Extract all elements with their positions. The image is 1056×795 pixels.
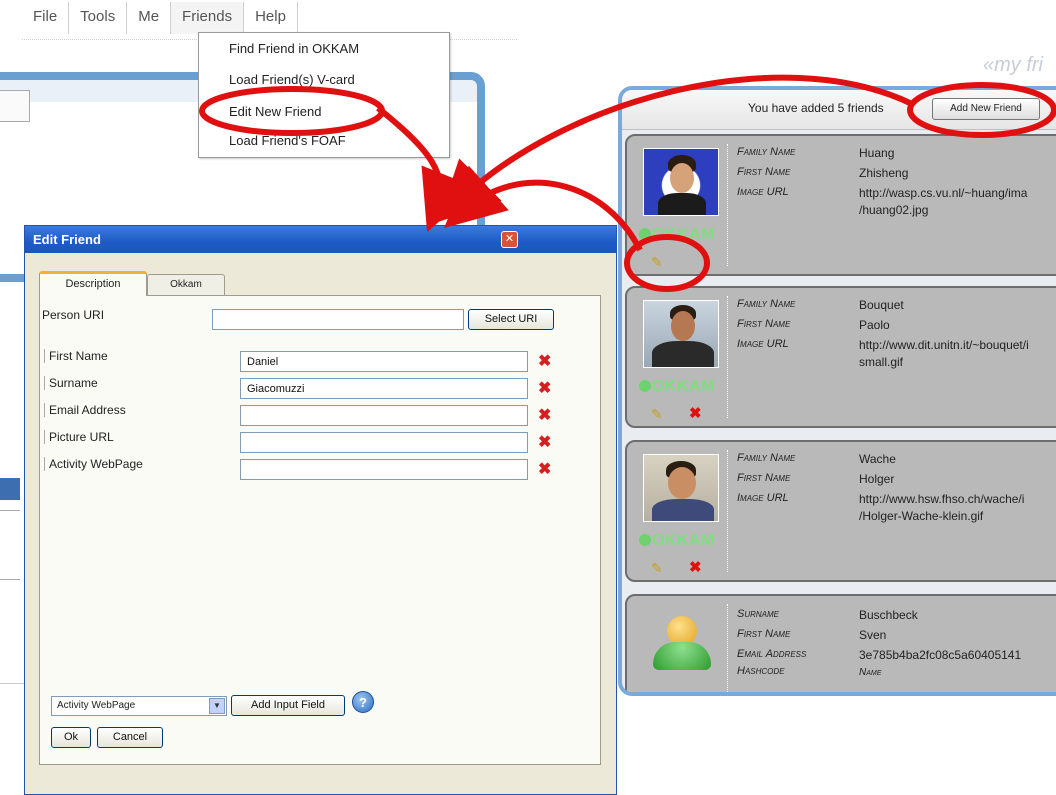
chevron-down-icon[interactable]: ▼ xyxy=(209,698,225,714)
okkam-logo: OKKAM xyxy=(639,378,715,396)
field-label: Image URL xyxy=(737,492,789,504)
remove-field-icon[interactable]: ✖ xyxy=(538,351,551,371)
friend-photo xyxy=(643,454,719,522)
edit-friend-dialog: Edit Friend ✕ Description Okkam Person U… xyxy=(24,225,617,795)
field-label: Email Address xyxy=(737,648,807,660)
delete-icon[interactable]: ✖ xyxy=(689,404,702,422)
dialog-title-bar[interactable]: Edit Friend ✕ xyxy=(25,226,616,253)
field-label: Family Name xyxy=(737,146,796,158)
select-uri-button[interactable]: Select URI xyxy=(468,309,554,330)
field-label: Family Name xyxy=(737,452,796,464)
my-friends-title: «my fri xyxy=(983,54,1043,76)
activity-webpage-input[interactable] xyxy=(240,459,528,480)
field-value-continued: /huang02.jpg xyxy=(859,203,929,217)
first-name-label: First Name xyxy=(44,349,108,363)
delete-icon[interactable]: ✖ xyxy=(689,558,702,576)
email-address-label: Email Address xyxy=(44,403,126,417)
remove-field-icon[interactable]: ✖ xyxy=(538,378,551,398)
field-value: Holger xyxy=(859,472,895,486)
field-value: Huang xyxy=(859,146,895,160)
menu-tools[interactable]: Tools xyxy=(69,2,128,34)
field-value: Bouquet xyxy=(859,298,904,312)
field-label: Image URL xyxy=(737,338,789,350)
friend-photo xyxy=(643,300,719,368)
first-name-input[interactable] xyxy=(240,351,528,372)
okkam-logo: OKKAM xyxy=(639,532,715,550)
tab-okkam[interactable]: Okkam xyxy=(147,274,225,296)
add-new-friend-button[interactable]: Add New Friend xyxy=(932,98,1040,120)
add-input-field-button[interactable]: Add Input Field xyxy=(231,695,345,716)
field-type-select[interactable]: Activity WebPage ▼ xyxy=(51,696,227,716)
remove-field-icon[interactable]: ✖ xyxy=(538,459,551,479)
edit-pencil-icon[interactable]: ✎ xyxy=(651,406,663,423)
field-value: http://www.dit.unitn.it/~bouquet/i xyxy=(859,338,1029,352)
field-label: First Name xyxy=(737,166,791,178)
dialog-title: Edit Friend xyxy=(33,232,101,247)
friend-photo xyxy=(643,148,719,216)
friends-header: You have added 5 friends Add New Friend xyxy=(622,90,1056,130)
remove-field-icon[interactable]: ✖ xyxy=(538,405,551,425)
field-type-value: Activity WebPage xyxy=(57,700,136,711)
cancel-button[interactable]: Cancel xyxy=(97,727,163,748)
person-uri-input[interactable] xyxy=(212,309,464,330)
friend-card: Surname Buschbeck First Name Sven Email … xyxy=(625,594,1056,692)
field-value: Buschbeck xyxy=(859,608,918,622)
okkam-logo: OKKAM xyxy=(639,226,715,244)
background-tab[interactable] xyxy=(0,90,30,122)
friends-count-text: You have added 5 friends xyxy=(748,101,884,115)
ok-button[interactable]: Ok xyxy=(51,727,91,748)
field-value: Name xyxy=(859,667,882,678)
menu-edit-new-friend[interactable]: Edit New Friend xyxy=(229,104,321,119)
field-value: Sven xyxy=(859,628,887,642)
menu-load-foaf[interactable]: Load Friend's FOAF xyxy=(229,133,346,148)
menu-friends[interactable]: Friends xyxy=(171,2,245,34)
surname-label: Surname xyxy=(44,376,98,390)
menu-me[interactable]: Me xyxy=(127,2,172,34)
field-label: First Name xyxy=(737,628,791,640)
edit-pencil-icon[interactable]: ✎ xyxy=(651,254,663,271)
friend-card: OKKAM ✎ ✖ Family Name Wache First Name H… xyxy=(625,440,1056,582)
background-row[interactable] xyxy=(0,510,20,580)
picture-url-input[interactable] xyxy=(240,432,528,453)
edit-pencil-icon[interactable]: ✎ xyxy=(651,560,663,577)
menu-find-friend-okkam[interactable]: Find Friend in OKKAM xyxy=(229,41,359,56)
field-value: Zhisheng xyxy=(859,166,909,180)
menu-bar: File Tools Me Friends Help xyxy=(22,2,298,34)
field-value: http://wasp.cs.vu.nl/~huang/ima xyxy=(859,186,1028,200)
field-label: First Name xyxy=(737,318,791,330)
field-value-continued: small.gif xyxy=(859,355,904,369)
email-address-input[interactable] xyxy=(240,405,528,426)
field-label: Hashcode xyxy=(737,665,785,677)
friend-card: OKKAM ✎ ✖ Family Name Bouquet First Name… xyxy=(625,286,1056,428)
surname-input[interactable] xyxy=(240,378,528,399)
default-avatar-icon xyxy=(643,608,719,676)
help-icon[interactable]: ? xyxy=(352,691,374,713)
field-value: http://www.hsw.fhso.ch/wache/i xyxy=(859,492,1025,506)
close-icon[interactable]: ✕ xyxy=(501,231,518,248)
remove-field-icon[interactable]: ✖ xyxy=(538,432,551,452)
picture-url-label: Picture URL xyxy=(44,430,114,444)
field-value: 3e785b4ba2fc08c5a60405141 xyxy=(859,648,1022,662)
menu-help[interactable]: Help xyxy=(244,2,298,34)
field-label: Family Name xyxy=(737,298,796,310)
menu-load-vcard[interactable]: Load Friend(s) V-card xyxy=(229,72,355,87)
field-label: Surname xyxy=(737,608,780,620)
field-label: First Name xyxy=(737,472,791,484)
field-label: Image URL xyxy=(737,186,789,198)
tab-description[interactable]: Description xyxy=(39,271,147,296)
field-value: Wache xyxy=(859,452,896,466)
menu-file[interactable]: File xyxy=(22,2,70,34)
friend-card: OKKAM ✎ Family Name Huang First Name Zhi… xyxy=(625,134,1056,276)
person-uri-label: Person URI xyxy=(42,308,105,322)
background-selected-row[interactable] xyxy=(0,478,20,500)
field-value-continued: /Holger-Wache-klein.gif xyxy=(859,509,984,523)
activity-webpage-label: Activity WebPage xyxy=(44,457,143,471)
field-value: Paolo xyxy=(859,318,890,332)
friends-dropdown-menu: Find Friend in OKKAM Load Friend(s) V-ca… xyxy=(198,32,450,158)
my-friends-panel: You have added 5 friends Add New Friend … xyxy=(618,86,1056,696)
